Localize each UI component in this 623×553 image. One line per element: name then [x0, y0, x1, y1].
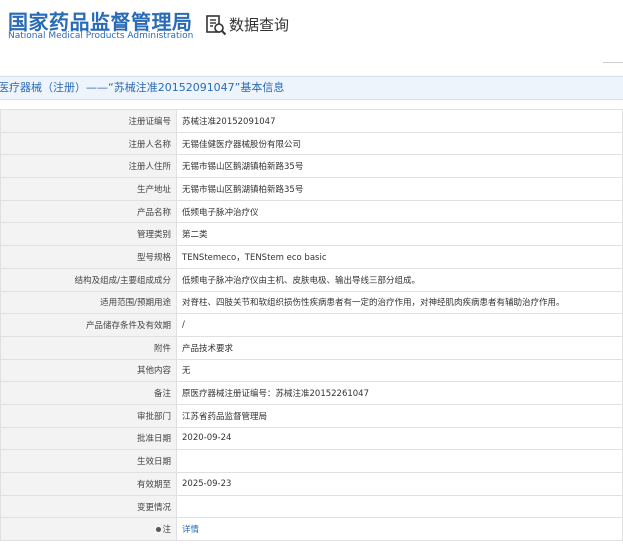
field-label: 备注	[0, 381, 177, 405]
field-label: 适用范围/预期用途	[0, 290, 177, 315]
divider	[603, 62, 623, 63]
table-row: 注册人住所 无锡市锡山区鹅湖镇柏新路35号	[0, 154, 623, 179]
table-row: 管理类别 第二类	[0, 222, 623, 247]
registration-info-table: 注册证编号 苏械注准20152091047 注册人名称 无锡佳健医疗器械股份有限公司注…	[0, 109, 623, 542]
field-label: 注册证编号	[0, 109, 177, 133]
field-value: 详情	[176, 517, 623, 542]
field-value: 无锡佳健医疗器械股份有限公司	[176, 131, 623, 156]
field-label: 注	[0, 517, 177, 542]
table-row: 有效期至 2025-09-23	[0, 472, 623, 496]
field-label: 生效日期	[0, 449, 177, 473]
bullet-icon	[156, 527, 162, 533]
table-row: 批准日期 2020-09-24	[0, 426, 623, 451]
field-value	[176, 449, 623, 473]
table-row: 注册证编号 苏械注准20152091047	[0, 109, 623, 133]
table-row: 备注 原医疗器械注册证编号：苏械注准20152261047	[0, 381, 623, 405]
field-value: 无锡市锡山区鹅湖镇柏新路35号	[176, 154, 623, 179]
field-label: 有效期至	[0, 472, 177, 496]
field-value: 江苏省药品监督管理局	[176, 403, 623, 428]
field-value: TENStemeco，TENStem eco basic	[176, 245, 623, 269]
table-row: 型号规格 TENStemeco，TENStem eco basic	[0, 245, 623, 269]
table-row: 结构及组成/主要组成成分 低频电子脉冲治疗仪由主机、皮肤电极、输出导线三部分组成。	[0, 267, 623, 292]
record-title-bar: 医疗器械（注册）——“苏械注准20152091047”基本信息	[0, 76, 623, 100]
table-row: 产品名称 低频电子脉冲治疗仪	[0, 199, 623, 224]
table-row: 生产地址 无锡市锡山区鹅湖镇柏新路35号	[0, 177, 623, 201]
document-search-icon[interactable]	[205, 14, 227, 36]
field-value: 产品技术要求	[176, 335, 623, 360]
field-label: 产品储存条件及有效期	[0, 313, 177, 337]
table-row: 其他内容无	[0, 358, 623, 383]
field-label: 变更情况	[0, 494, 177, 519]
field-label: 产品名称	[0, 199, 177, 224]
field-label: 批准日期	[0, 426, 177, 451]
field-value: 2025-09-23	[176, 472, 623, 496]
table-row: 产品储存条件及有效期 /	[0, 313, 623, 337]
table-row: 审批部门 江苏省药品监督管理局	[0, 403, 623, 428]
site-logo-english[interactable]: National Medical Products Administration	[8, 31, 193, 41]
field-label: 结构及组成/主要组成成分	[0, 267, 177, 292]
field-label: 管理类别	[0, 222, 177, 247]
field-value: 第二类	[176, 222, 623, 247]
field-label: 注册人名称	[0, 131, 177, 156]
field-value: /	[176, 313, 623, 337]
table-row: 生效日期	[0, 449, 623, 473]
field-value: 2020-09-24	[176, 426, 623, 451]
table-row: 变更情况	[0, 494, 623, 519]
field-value: 苏械注准20152091047	[176, 109, 623, 133]
details-link[interactable]: 详情	[182, 525, 199, 535]
record-title: 医疗器械（注册）——“苏械注准20152091047”基本信息	[0, 81, 285, 94]
table-row: 附件 产品技术要求	[0, 335, 623, 360]
table-row: 适用范围/预期用途 对脊柱、四肢关节和软组织损伤性疾病患者有一定的治疗作用，对神经…	[0, 290, 623, 315]
field-value: 低频电子脉冲治疗仪	[176, 199, 623, 224]
field-label: 注册人住所	[0, 154, 177, 179]
field-value: 无锡市锡山区鹅湖镇柏新路35号	[176, 177, 623, 201]
table-row: 注 详情	[0, 517, 623, 542]
data-query-link[interactable]: 数据查询	[229, 14, 289, 35]
field-label: 生产地址	[0, 177, 177, 201]
field-label: 型号规格	[0, 245, 177, 269]
site-header: 国家药品监督管理局 National Medical Products Admi…	[0, 0, 623, 70]
field-label: 审批部门	[0, 403, 177, 428]
field-value: 无	[176, 358, 623, 383]
field-value	[176, 494, 623, 519]
field-value: 对脊柱、四肢关节和软组织损伤性疾病患者有一定的治疗作用，对神经肌肉疾病患者有辅助…	[176, 290, 623, 315]
field-value: 原医疗器械注册证编号：苏械注准20152261047	[176, 381, 623, 405]
field-value: 低频电子脉冲治疗仪由主机、皮肤电极、输出导线三部分组成。	[176, 267, 623, 292]
field-label: 其他内容	[0, 358, 177, 383]
table-row: 注册人名称 无锡佳健医疗器械股份有限公司	[0, 131, 623, 156]
field-label: 附件	[0, 335, 177, 360]
field-label-text: 注	[162, 525, 171, 536]
